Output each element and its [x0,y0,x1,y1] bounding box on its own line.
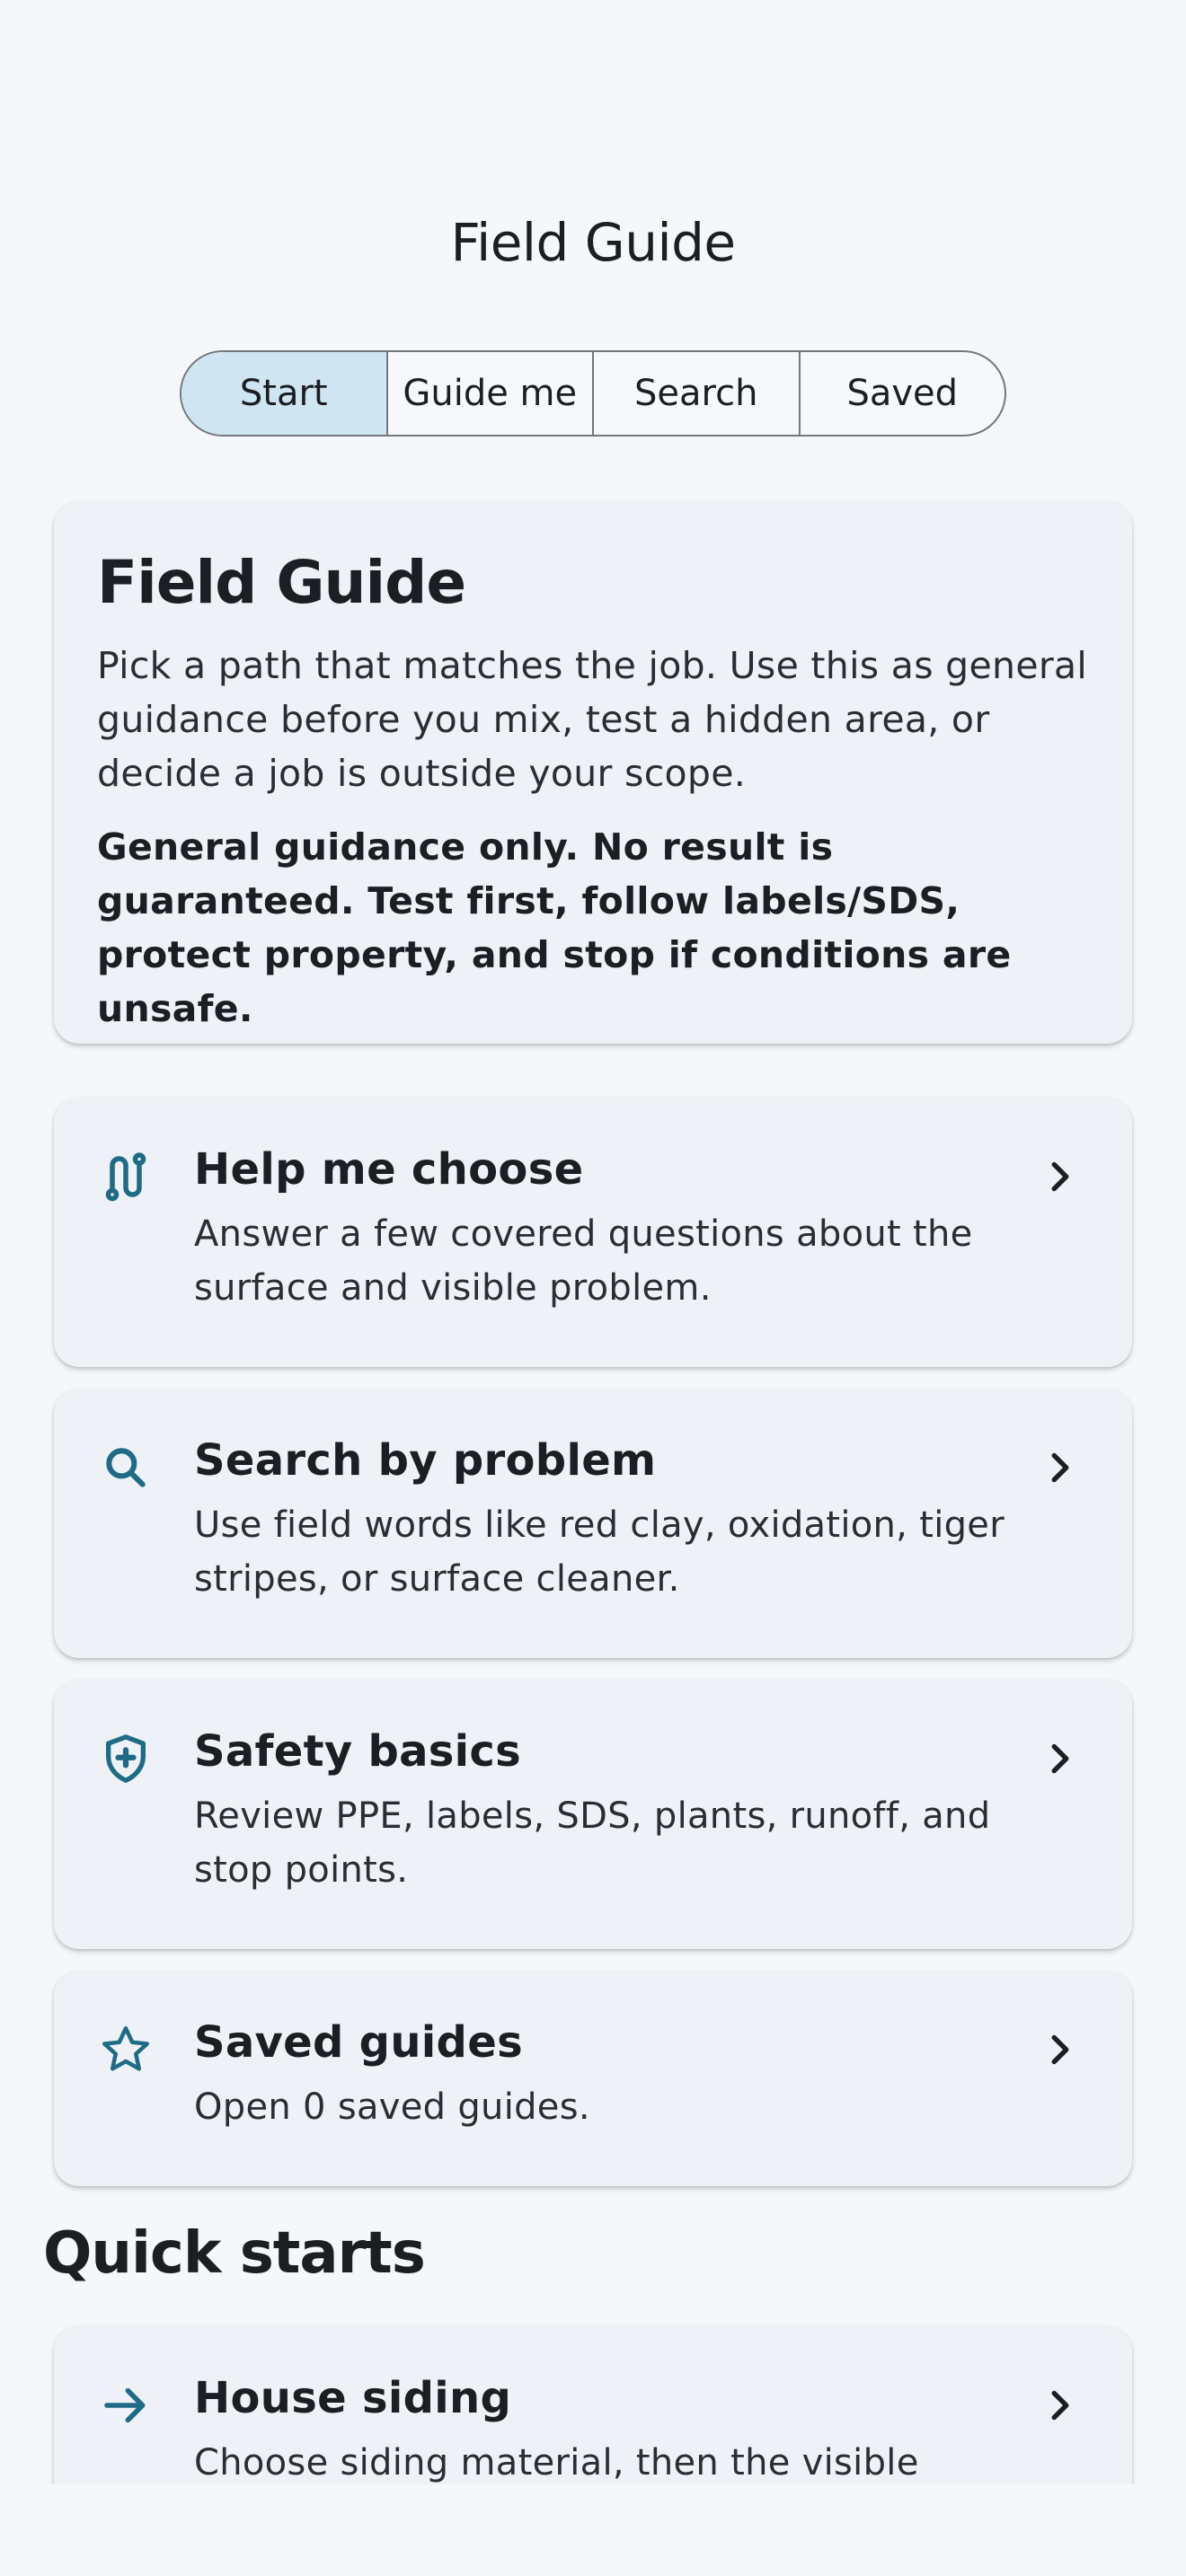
card-title: Search by problem [194,1435,657,1486]
arrow-right-icon [97,2377,155,2434]
bottom-safe-area [0,2484,1186,2576]
card-description: Open 0 saved guides. [194,2086,590,2128]
tab-bar: Start Guide me Search Saved [180,350,1006,437]
star-icon [97,2021,155,2078]
saved-guides-card[interactable]: Saved guides Open 0 saved guides. [54,1971,1132,2186]
chevron-right-icon [1042,1159,1078,1195]
app-header: Field Guide [0,0,1186,314]
card-title: Saved guides [194,2017,523,2068]
tab-guide-me[interactable]: Guide me [385,352,593,435]
house-siding-card[interactable]: House siding Choose siding material, the… [54,2326,1132,2484]
card-title: House siding [194,2373,512,2423]
tab-start[interactable]: Start [181,352,386,435]
chevron-right-icon [1042,2387,1078,2423]
tab-search[interactable]: Search [592,352,799,435]
card-title: Safety basics [194,1726,522,1777]
card-description: Use field words like red clay, oxidation… [194,1504,1005,1600]
shield-plus-icon [97,1730,155,1787]
intro-title: Field Guide [97,548,466,617]
intro-card: Field Guide Pick a path that matches the… [54,501,1132,1044]
help-me-choose-card[interactable]: Help me choose Answer a few covered ques… [54,1098,1132,1367]
quick-starts-heading: Quick starts [43,2220,426,2287]
card-description: Answer a few covered questions about the… [194,1213,973,1309]
search-by-problem-card[interactable]: Search by problem Use field words like r… [54,1389,1132,1658]
chevron-right-icon [1042,1741,1078,1777]
safety-basics-card[interactable]: Safety basics Review PPE, labels, SDS, p… [54,1680,1132,1949]
main-content[interactable]: Field Guide Pick a path that matches the… [0,485,1186,2484]
app-title: Field Guide [450,212,736,273]
chevron-right-icon [1042,1450,1078,1486]
card-description: Choose siding material, then the visible [194,2442,919,2483]
safety-warning: General guidance only. No result is guar… [97,825,1012,1030]
card-description: Review PPE, labels, SDS, plants, runoff,… [194,1795,991,1891]
chevron-right-icon [1042,2032,1078,2068]
route-icon [97,1148,155,1205]
search-icon [97,1439,155,1496]
card-title: Help me choose [194,1144,584,1195]
tab-saved[interactable]: Saved [798,352,1005,435]
intro-body: Pick a path that matches the job. Use th… [97,644,1088,795]
